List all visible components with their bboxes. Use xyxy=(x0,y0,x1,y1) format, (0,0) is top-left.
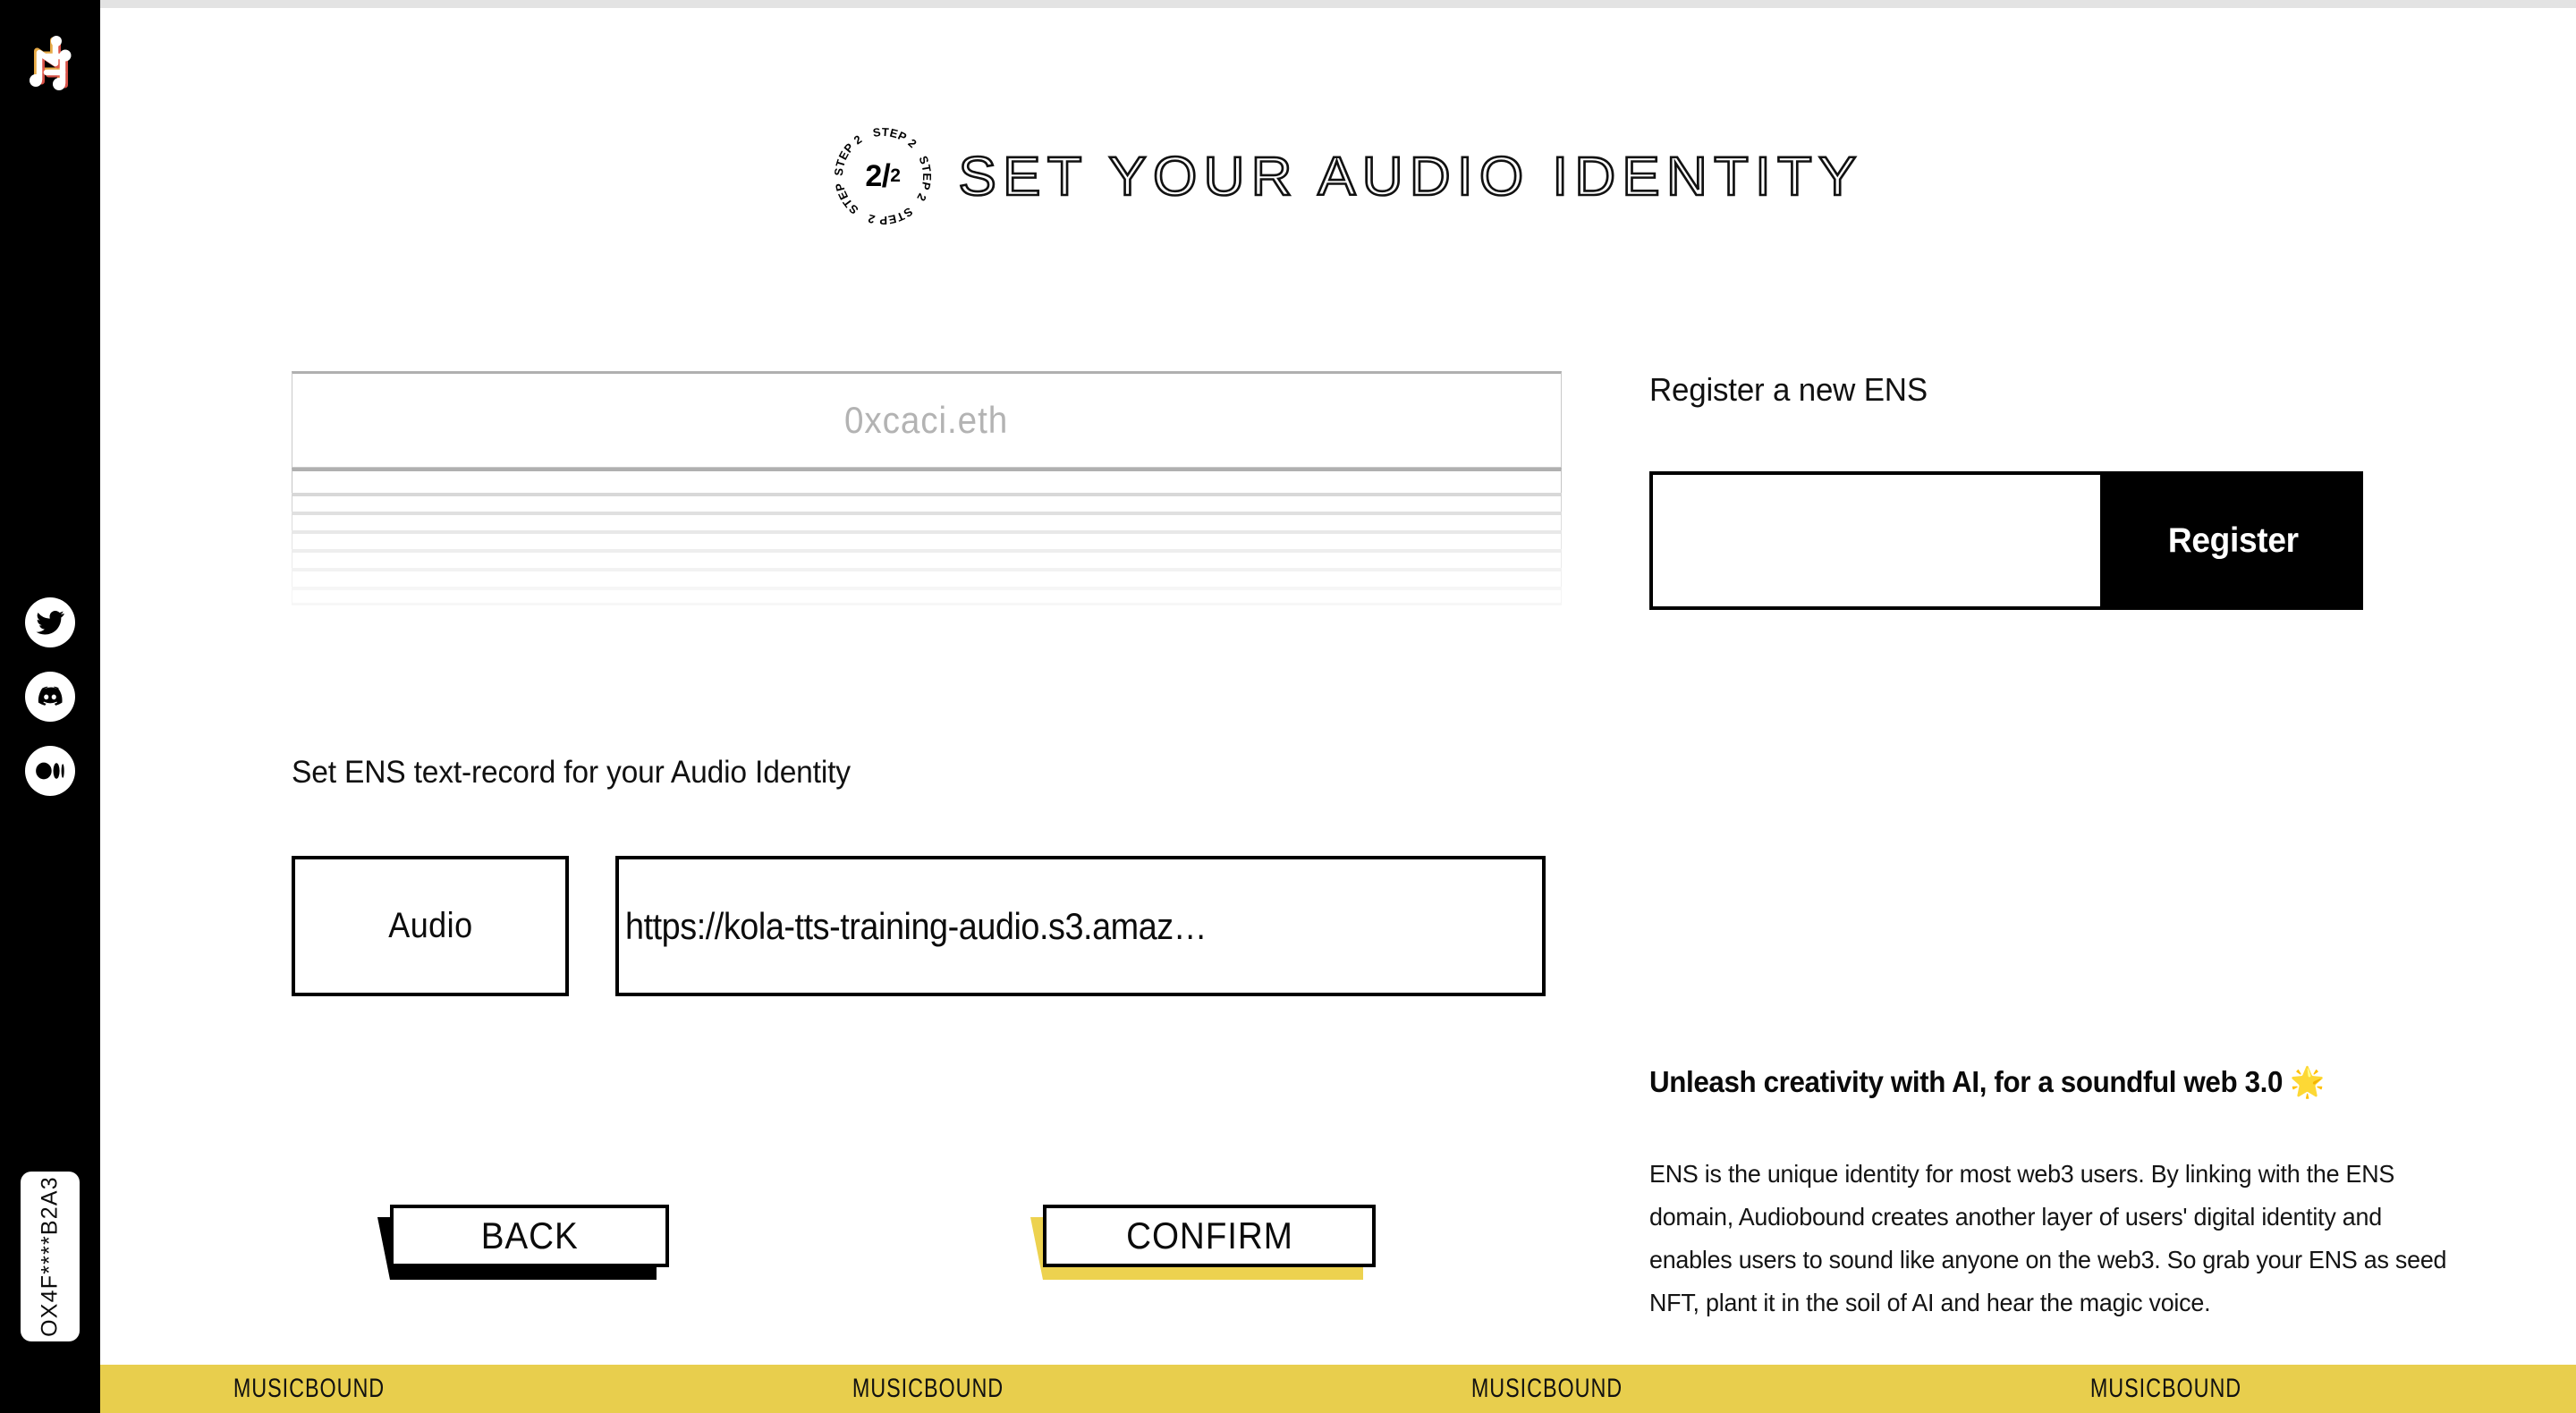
promo-body: ENS is the unique identity for most web3… xyxy=(1649,1160,2447,1317)
ens-option[interactable] xyxy=(292,468,1562,493)
marquee-item: MUSICBOUND xyxy=(100,1374,719,1404)
main-content: STEP 2 STEP 2 STEP 2 STEP 2 STEP 2 STEP … xyxy=(100,8,2576,1365)
music-note-network-logo-icon xyxy=(30,36,72,90)
step-separator: / xyxy=(881,157,891,194)
ens-select-options xyxy=(292,468,1562,605)
app-root: OX4F****B2A3 STEP 2 STEP 2 STEP 2 STEP 2… xyxy=(0,0,2576,1413)
register-ens-input[interactable] xyxy=(1649,471,2104,610)
register-ens-title: Register a new ENS xyxy=(1649,371,1928,408)
text-record-key-label: Audio xyxy=(387,906,473,945)
discord-link[interactable] xyxy=(25,672,75,722)
marquee-item: MUSICBOUND xyxy=(1957,1374,2576,1404)
ens-option[interactable] xyxy=(292,568,1562,587)
marquee-item-label: MUSICBOUND xyxy=(852,1374,1004,1403)
medium-link[interactable] xyxy=(25,746,75,796)
wallet-address-text: OX4F****B2A3 xyxy=(37,1176,63,1337)
step-total: 2 xyxy=(890,165,901,186)
text-record-value-text: https://kola-tts-training-audio.s3.amaz… xyxy=(625,904,1208,947)
page-header: STEP 2 STEP 2 STEP 2 STEP 2 STEP 2 STEP … xyxy=(100,124,2576,228)
social-links xyxy=(25,597,75,796)
confirm-button[interactable]: CONFIRM xyxy=(1030,1205,1376,1280)
promo-headline: Unleash creativity with AI, for a soundf… xyxy=(1649,1065,2325,1098)
marquee-item-label: MUSICBOUND xyxy=(1470,1374,1623,1403)
text-record-value-input[interactable]: https://kola-tts-training-audio.s3.amaz… xyxy=(615,856,1546,996)
marquee-item: MUSICBOUND xyxy=(719,1374,1338,1404)
wallet-address-badge[interactable]: OX4F****B2A3 xyxy=(21,1172,80,1341)
discord-icon xyxy=(38,686,63,706)
register-ens-row: Register xyxy=(1649,471,2363,610)
confirm-button-label: CONFIRM xyxy=(1125,1214,1293,1256)
marquee-item-label: MUSICBOUND xyxy=(233,1374,386,1403)
confirm-button-face: CONFIRM xyxy=(1043,1205,1376,1267)
left-sidebar: OX4F****B2A3 xyxy=(0,0,100,1413)
text-record-section-label: Set ENS text-record for your Audio Ident… xyxy=(292,755,851,790)
step-current: 2 xyxy=(865,158,882,193)
text-record-row: Audio https://kola-tts-training-audio.s3… xyxy=(292,856,1546,996)
ens-option[interactable] xyxy=(292,530,1562,549)
bottom-marquee: MUSICBOUND MUSICBOUND MUSICBOUND MUSICBO… xyxy=(100,1365,2576,1413)
back-button-face: BACK xyxy=(390,1205,669,1267)
ens-option[interactable] xyxy=(292,549,1562,568)
ens-option[interactable] xyxy=(292,587,1562,605)
ens-select-value: 0xcaci.eth xyxy=(844,399,1009,441)
twitter-link[interactable] xyxy=(25,597,75,647)
text-record-key-field[interactable]: Audio xyxy=(292,856,569,996)
ens-select-group: 0xcaci.eth xyxy=(292,371,1562,605)
medium-icon xyxy=(36,762,64,780)
step-fraction: 2/2 xyxy=(831,124,935,228)
twitter-icon xyxy=(36,610,64,635)
marquee-item-label: MUSICBOUND xyxy=(2089,1374,2242,1403)
ens-select-trigger[interactable]: 0xcaci.eth xyxy=(292,371,1562,468)
ens-option[interactable] xyxy=(292,512,1562,530)
marquee-track: MUSICBOUND MUSICBOUND MUSICBOUND MUSICBO… xyxy=(100,1365,2576,1413)
register-button[interactable]: Register xyxy=(2104,471,2363,610)
ens-option[interactable] xyxy=(292,493,1562,512)
page-title: SET YOUR AUDIO IDENTITY xyxy=(957,145,1863,208)
brand-logo[interactable] xyxy=(20,30,82,94)
browser-top-strip xyxy=(0,0,2576,8)
back-button[interactable]: BACK xyxy=(377,1205,669,1280)
register-button-label: Register xyxy=(2167,520,2299,560)
step-badge: STEP 2 STEP 2 STEP 2 STEP 2 STEP 2 STEP … xyxy=(831,124,935,228)
back-button-label: BACK xyxy=(480,1214,579,1256)
marquee-item: MUSICBOUND xyxy=(1338,1374,1957,1404)
